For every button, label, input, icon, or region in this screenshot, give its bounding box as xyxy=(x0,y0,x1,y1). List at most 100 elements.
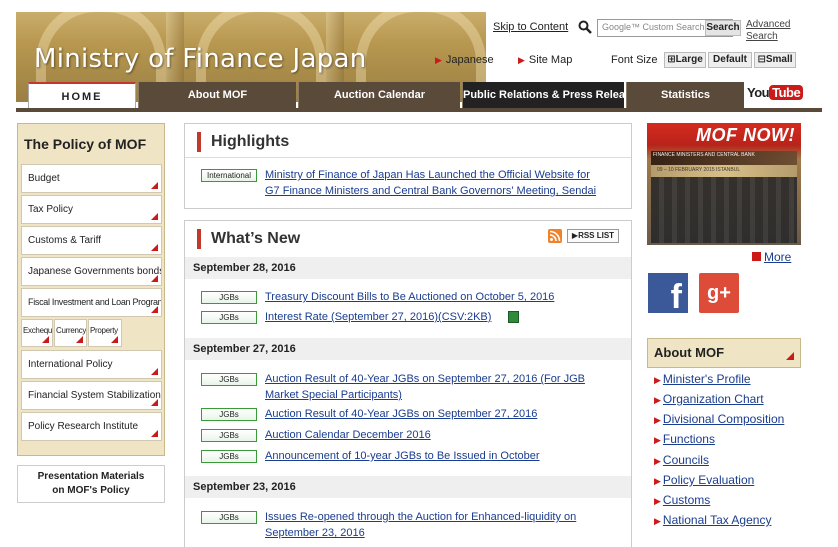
policy-sub-label: Currency xyxy=(56,326,87,335)
about-link-policy-evaluation[interactable]: ▶ Policy Evaluation xyxy=(654,473,754,487)
policy-sub-currency[interactable]: Currency xyxy=(54,319,87,347)
corner-arrow-icon xyxy=(151,182,158,189)
about-link-councils[interactable]: ▶ Councils xyxy=(654,453,709,467)
about-link-ministers-profile[interactable]: ▶ Minister's Profile xyxy=(654,372,751,386)
more-link[interactable]: More xyxy=(752,250,791,264)
category-badge-jgbs: JGBs xyxy=(201,291,257,304)
corner-arrow-icon xyxy=(151,368,158,375)
tab-home[interactable]: HOME xyxy=(28,82,136,108)
policy-sub-property[interactable]: Property xyxy=(88,319,122,347)
about-link-label: Organization Chart xyxy=(662,392,764,406)
policy-sub-exchequer[interactable]: Exchequer xyxy=(21,319,53,347)
tab-about-mof[interactable]: About MOF xyxy=(138,82,296,108)
policy-item-label: Budget xyxy=(28,173,60,184)
category-badge-jgbs: JGBs xyxy=(201,429,257,442)
about-link-customs[interactable]: ▶ Customs xyxy=(654,493,710,507)
youtube-you: You xyxy=(747,85,770,100)
highlights-title: Highlights xyxy=(197,132,289,152)
news-link[interactable]: Interest Rate (September 27, 2016)(CSV:2… xyxy=(265,309,625,325)
policy-item-budget[interactable]: Budget xyxy=(21,164,162,193)
news-link[interactable]: Auction Result of 40-Year JGBs on Septem… xyxy=(265,371,625,403)
whats-new-title: What’s New xyxy=(197,229,300,249)
policy-item-research-institute[interactable]: Policy Research Institute xyxy=(21,412,162,441)
search-button[interactable]: Search xyxy=(705,20,741,36)
policy-item-label: Fiscal Investment and Loan Program xyxy=(28,297,162,307)
news-link-line-1: Issues Re-opened through the Auction for… xyxy=(265,511,577,523)
policy-item-label: Tax Policy xyxy=(28,204,74,215)
about-link-national-tax-agency[interactable]: ▶ National Tax Agency xyxy=(654,513,771,527)
main-navigation: HOME About MOF Auction Calendar Public R… xyxy=(16,82,822,108)
news-link[interactable]: Issues Re-opened through the Auction for… xyxy=(265,509,625,541)
triangle-icon: ▶ xyxy=(654,415,661,425)
policy-item-tax[interactable]: Tax Policy xyxy=(21,195,162,224)
corner-arrow-icon xyxy=(111,336,118,343)
date-heading: September 28, 2016 xyxy=(185,257,631,279)
news-link[interactable]: Treasury Discount Bills to Be Auctioned … xyxy=(265,289,625,305)
more-label: More xyxy=(764,250,792,264)
rss-icon[interactable] xyxy=(548,229,562,243)
tab-statistics[interactable]: Statistics xyxy=(626,82,744,108)
rss-list-label: RSS LIST xyxy=(578,231,615,240)
advanced-search-link[interactable]: Advanced Search xyxy=(746,19,796,43)
photo-caption-2: 09 – 10 FEBRUARY 2015 ISTANBUL xyxy=(657,167,741,173)
news-link-line-2: September 23, 2016 xyxy=(265,527,365,539)
about-mof-header: About MOF xyxy=(647,338,801,368)
corner-arrow-icon xyxy=(42,336,49,343)
highlight-link[interactable]: Ministry of Finance of Japan Has Launche… xyxy=(265,167,625,199)
font-size-small-button[interactable]: ⊟Small xyxy=(754,52,796,68)
category-badge-jgbs: JGBs xyxy=(201,408,257,421)
news-link[interactable]: Auction Calendar December 2016 xyxy=(265,427,625,443)
policy-sub-label: Property xyxy=(90,326,118,335)
about-link-functions[interactable]: ▶ Functions xyxy=(654,432,715,446)
small-label: Small xyxy=(765,54,793,65)
corner-arrow-icon xyxy=(786,352,794,360)
tab-auction-calendar[interactable]: Auction Calendar xyxy=(298,82,460,108)
policy-item-financial-stabilization[interactable]: Financial System Stabilization xyxy=(21,381,162,410)
japanese-link[interactable]: ▶ Japanese xyxy=(435,54,494,66)
policy-item-filp[interactable]: Fiscal Investment and Loan Program xyxy=(21,288,162,317)
font-size-label: Font Size xyxy=(611,54,658,66)
corner-arrow-icon xyxy=(151,430,158,437)
policy-menu-title: The Policy of MOF xyxy=(24,136,147,152)
category-badge-jgbs: JGBs xyxy=(201,450,257,463)
facebook-icon[interactable]: f xyxy=(648,273,688,313)
news-link[interactable]: Auction Result of 40-Year JGBs on Septem… xyxy=(265,406,625,422)
triangle-icon: ▶ xyxy=(654,516,661,526)
site-map-link[interactable]: ▶ Site Map xyxy=(518,54,572,66)
about-link-label: Customs xyxy=(662,493,711,507)
arrow-square-icon xyxy=(752,252,761,261)
news-link[interactable]: Announcement of 10-year JGBs to Be Issue… xyxy=(265,448,625,464)
category-badge-jgbs: JGBs xyxy=(201,373,257,386)
corner-arrow-icon xyxy=(151,399,158,406)
policy-item-jgbs[interactable]: Japanese Governments bonds xyxy=(21,257,162,286)
about-link-label: Functions xyxy=(662,432,715,446)
photo-caption: FINANCE MINISTERS AND CENTRAL BANK xyxy=(653,152,755,158)
mof-now-photo: FINANCE MINISTERS AND CENTRAL BANK 09 – … xyxy=(651,151,797,243)
triangle-icon: ▶ xyxy=(654,456,661,466)
policy-item-international[interactable]: International Policy xyxy=(21,350,162,379)
font-size-large-button[interactable]: ⊞Large xyxy=(664,52,706,68)
policy-item-customs[interactable]: Customs & Tariff xyxy=(21,226,162,255)
corner-arrow-icon xyxy=(151,244,158,251)
about-link-label: National Tax Agency xyxy=(662,513,772,527)
corner-arrow-icon xyxy=(151,306,158,313)
about-link-organization-chart[interactable]: ▶ Organization Chart xyxy=(654,392,764,406)
presentation-materials-link[interactable]: Presentation Materials on MOF's Policy xyxy=(17,465,165,503)
youtube-logo[interactable]: You Tube xyxy=(747,85,804,105)
font-size-default-button[interactable]: Default xyxy=(708,52,752,68)
skip-to-content-link[interactable]: Skip to Content xyxy=(493,21,568,33)
policy-menu: The Policy of MOF Budget Tax Policy Cust… xyxy=(17,123,165,456)
site-map-link-label: Site Map xyxy=(528,54,573,66)
category-badge-international: International xyxy=(201,169,257,182)
mof-now-banner[interactable]: MOF NOW! FINANCE MINISTERS AND CENTRAL B… xyxy=(647,123,801,245)
policy-sub-label: Exchequer xyxy=(23,326,53,335)
about-link-divisional-composition[interactable]: ▶ Divisional Composition xyxy=(654,412,784,426)
csv-file-icon xyxy=(508,311,519,323)
news-link-line-2: Market Special Participants) xyxy=(265,389,402,401)
site-title[interactable]: Ministry of Finance Japan xyxy=(34,44,367,74)
google-plus-icon[interactable]: g+ xyxy=(699,273,739,313)
about-link-label: Minister's Profile xyxy=(662,372,751,386)
japanese-link-label: Japanese xyxy=(445,54,494,66)
tab-public-relations[interactable]: Public Relations & Press Release xyxy=(462,82,637,108)
rss-list-button[interactable]: ▶RSS LIST xyxy=(567,229,619,243)
